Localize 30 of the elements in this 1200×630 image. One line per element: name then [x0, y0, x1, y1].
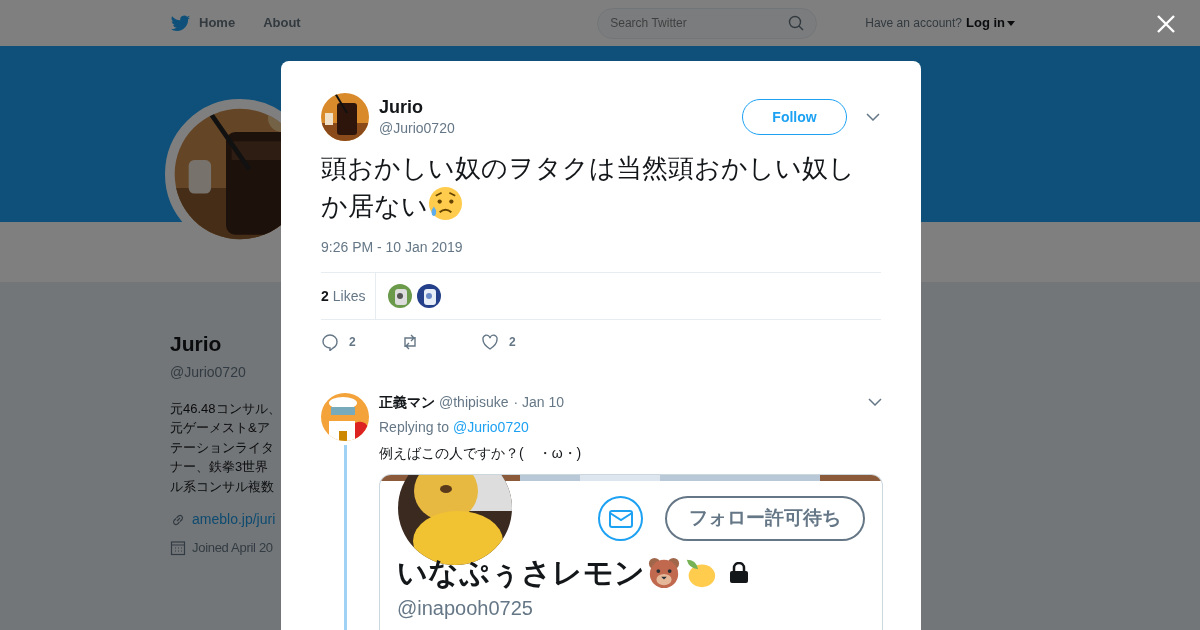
pending-follow-button[interactable]: フォロー許可待ち: [665, 496, 865, 541]
search-field[interactable]: Search Twitter: [597, 7, 818, 39]
joined-date: Joined April 20: [192, 539, 273, 557]
profile-link[interactable]: ameblo.jp/juri: [192, 509, 276, 530]
login-link[interactable]: Log in: [966, 13, 1015, 33]
reply-date: · Jan 10: [513, 393, 565, 411]
account-prompt: Have an account?: [865, 15, 962, 32]
embedded-profile-handle: @inapooh0725: [397, 596, 533, 621]
tweet-text: 頭おかしい奴のヲタクは当然頭おかしい奴しか居ない: [321, 152, 856, 223]
likes-count: 2: [321, 286, 329, 306]
reply-author-name: 正義マン: [379, 393, 435, 411]
nav-link[interactable]: Home: [170, 12, 236, 34]
profile-handle: @Jurio0720: [170, 362, 247, 382]
heart-button[interactable]: 2: [481, 333, 561, 351]
search-input[interactable]: Search Twitter: [610, 14, 789, 32]
reply-text: 例えばこの人ですか？( ・ω・): [379, 444, 583, 463]
author-name: Jurio: [379, 95, 424, 118]
author-handle: @Jurio0720: [379, 118, 456, 138]
profile-bio: 元46.48コンサル、 元ゲーメスト&ア テーションライタ ナー、鉄拳3世界 ル系コンサル複数: [170, 399, 281, 496]
action-count: 2: [349, 334, 356, 351]
reply-button[interactable]: 2: [321, 333, 401, 351]
tweet-timestamp: 9:26 PM - 10 Jan 2019: [321, 238, 464, 257]
mention-link[interactable]: @Jurio0720: [453, 417, 529, 438]
nav-link[interactable]: About: [263, 13, 301, 33]
likes-label: Likes: [332, 286, 366, 306]
replying-to-label: Replying to: [379, 418, 450, 437]
embedded-profile-name: いなぷぅさレモン: [397, 555, 645, 591]
reply-author-handle: @thipisuke: [439, 393, 509, 411]
profile-name: Jurio: [170, 331, 223, 357]
action-count: 2: [509, 334, 516, 351]
